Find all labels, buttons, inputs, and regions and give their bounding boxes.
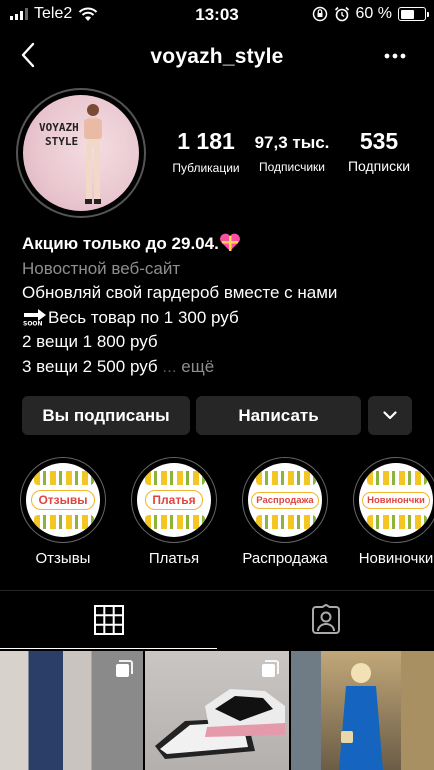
following-label: Подписки (347, 158, 411, 174)
bio-line-1: Обновляй свой гардероб вместе с нами (22, 283, 338, 302)
alarm-icon (334, 6, 349, 22)
battery-icon (398, 7, 429, 21)
profile-bio: Акцию только до 29.04. Новостной веб-сай… (22, 232, 422, 379)
highlight-reviews[interactable]: Отзывы Отзывы (13, 457, 113, 567)
bio-line-3: 2 вещи 1 800 руб (22, 332, 158, 351)
post-thumbnail[interactable] (0, 651, 144, 770)
battery-percent: 60 % (355, 5, 392, 22)
highlight-cover: Распродажа (248, 463, 322, 537)
carousel-icon (116, 660, 134, 677)
bio-line-4: 3 вещи 2 500 руб ... ещё (22, 356, 215, 376)
posts-grid (0, 651, 434, 770)
avatar-figure-image (84, 104, 102, 204)
avatar: VOYAZH STYLE (23, 95, 139, 211)
highlight-cover-text: Новинончки (362, 491, 430, 509)
following-count: 535 (359, 128, 399, 154)
highlight-cover-ring: Отзывы (20, 457, 106, 543)
bio-category: Новостной веб-сайт (22, 258, 181, 278)
highlight-cover: Отзывы (26, 463, 100, 537)
followers-label: Подписчики (258, 160, 325, 174)
highlight-cover-ring: Платья (131, 457, 217, 543)
suggested-accounts-button[interactable] (368, 396, 412, 435)
avatar-button[interactable]: VOYAZH STYLE (16, 88, 146, 218)
tagged-person-icon (311, 604, 340, 634)
blue-dress-image (290, 651, 434, 770)
posts-stat[interactable]: 1 181 Публикации (164, 128, 248, 175)
bio-name-line: Акцию только до 29.04. (22, 232, 422, 257)
tab-tagged[interactable] (217, 591, 434, 649)
following-stat[interactable]: 535 Подписки (334, 128, 424, 174)
highlight-label: Новиночки (358, 550, 434, 567)
bio-ellipsis: ... (162, 356, 177, 376)
highlight-cover: Новинончки (359, 463, 433, 537)
svg-text:SOON: SOON (23, 320, 43, 326)
grid-icon (93, 604, 124, 635)
followers-stat[interactable]: 97,3 тыс. Подписчики (248, 128, 336, 174)
highlight-new[interactable]: Новинончки Новиночки (346, 457, 434, 567)
status-bar: Tele2 13:03 60 % (0, 0, 434, 30)
highlight-label: Отзывы (35, 550, 91, 567)
highlight-sale[interactable]: Распродажа Распродажа (235, 457, 335, 567)
gift-heart-icon (219, 233, 240, 251)
tab-posts-grid[interactable] (0, 591, 217, 649)
posts-label: Публикации (172, 161, 240, 175)
profile-tabs (0, 590, 434, 650)
highlight-cover-text: Отзывы (31, 490, 95, 510)
more-horizontal-icon (384, 53, 406, 59)
subscribed-button[interactable]: Вы подписаны (22, 396, 190, 435)
status-right: 60 % (312, 5, 429, 23)
chevron-down-icon (383, 411, 397, 420)
more-options-button[interactable] (380, 42, 410, 70)
followers-count: 97,3 тыс. (254, 133, 330, 152)
profile-username: voyazh_style (150, 45, 284, 68)
posts-count: 1 181 (177, 128, 235, 154)
message-button[interactable]: Написать (196, 396, 361, 435)
highlight-cover-text: Распродажа (251, 491, 319, 509)
bio-more-link[interactable]: ещё (181, 357, 214, 376)
highlight-cover-ring: Распродажа (242, 457, 328, 543)
profile-stats: 1 181 Публикации 97,3 тыс. Подписчики 53… (160, 128, 430, 188)
post-thumbnail[interactable] (145, 651, 289, 770)
highlight-dresses[interactable]: Платья Платья (124, 457, 224, 567)
highlight-cover-ring: Новинончки (353, 457, 434, 543)
highlight-label: Платья (148, 550, 200, 567)
highlight-label: Распродажа (242, 550, 328, 567)
orientation-lock-icon (312, 6, 327, 22)
post-thumbnail[interactable] (290, 651, 434, 770)
soon-arrow-icon: SOON (23, 308, 46, 326)
profile-header: voyazh_style (0, 36, 434, 76)
bio-line-2: SOON Весь товар по 1 300 руб (23, 307, 239, 327)
highlight-cover: Платья (137, 463, 211, 537)
bio-name: Акцию только до 29.04. (22, 234, 219, 253)
highlight-cover-text: Платья (145, 490, 203, 510)
carousel-icon (261, 660, 279, 677)
